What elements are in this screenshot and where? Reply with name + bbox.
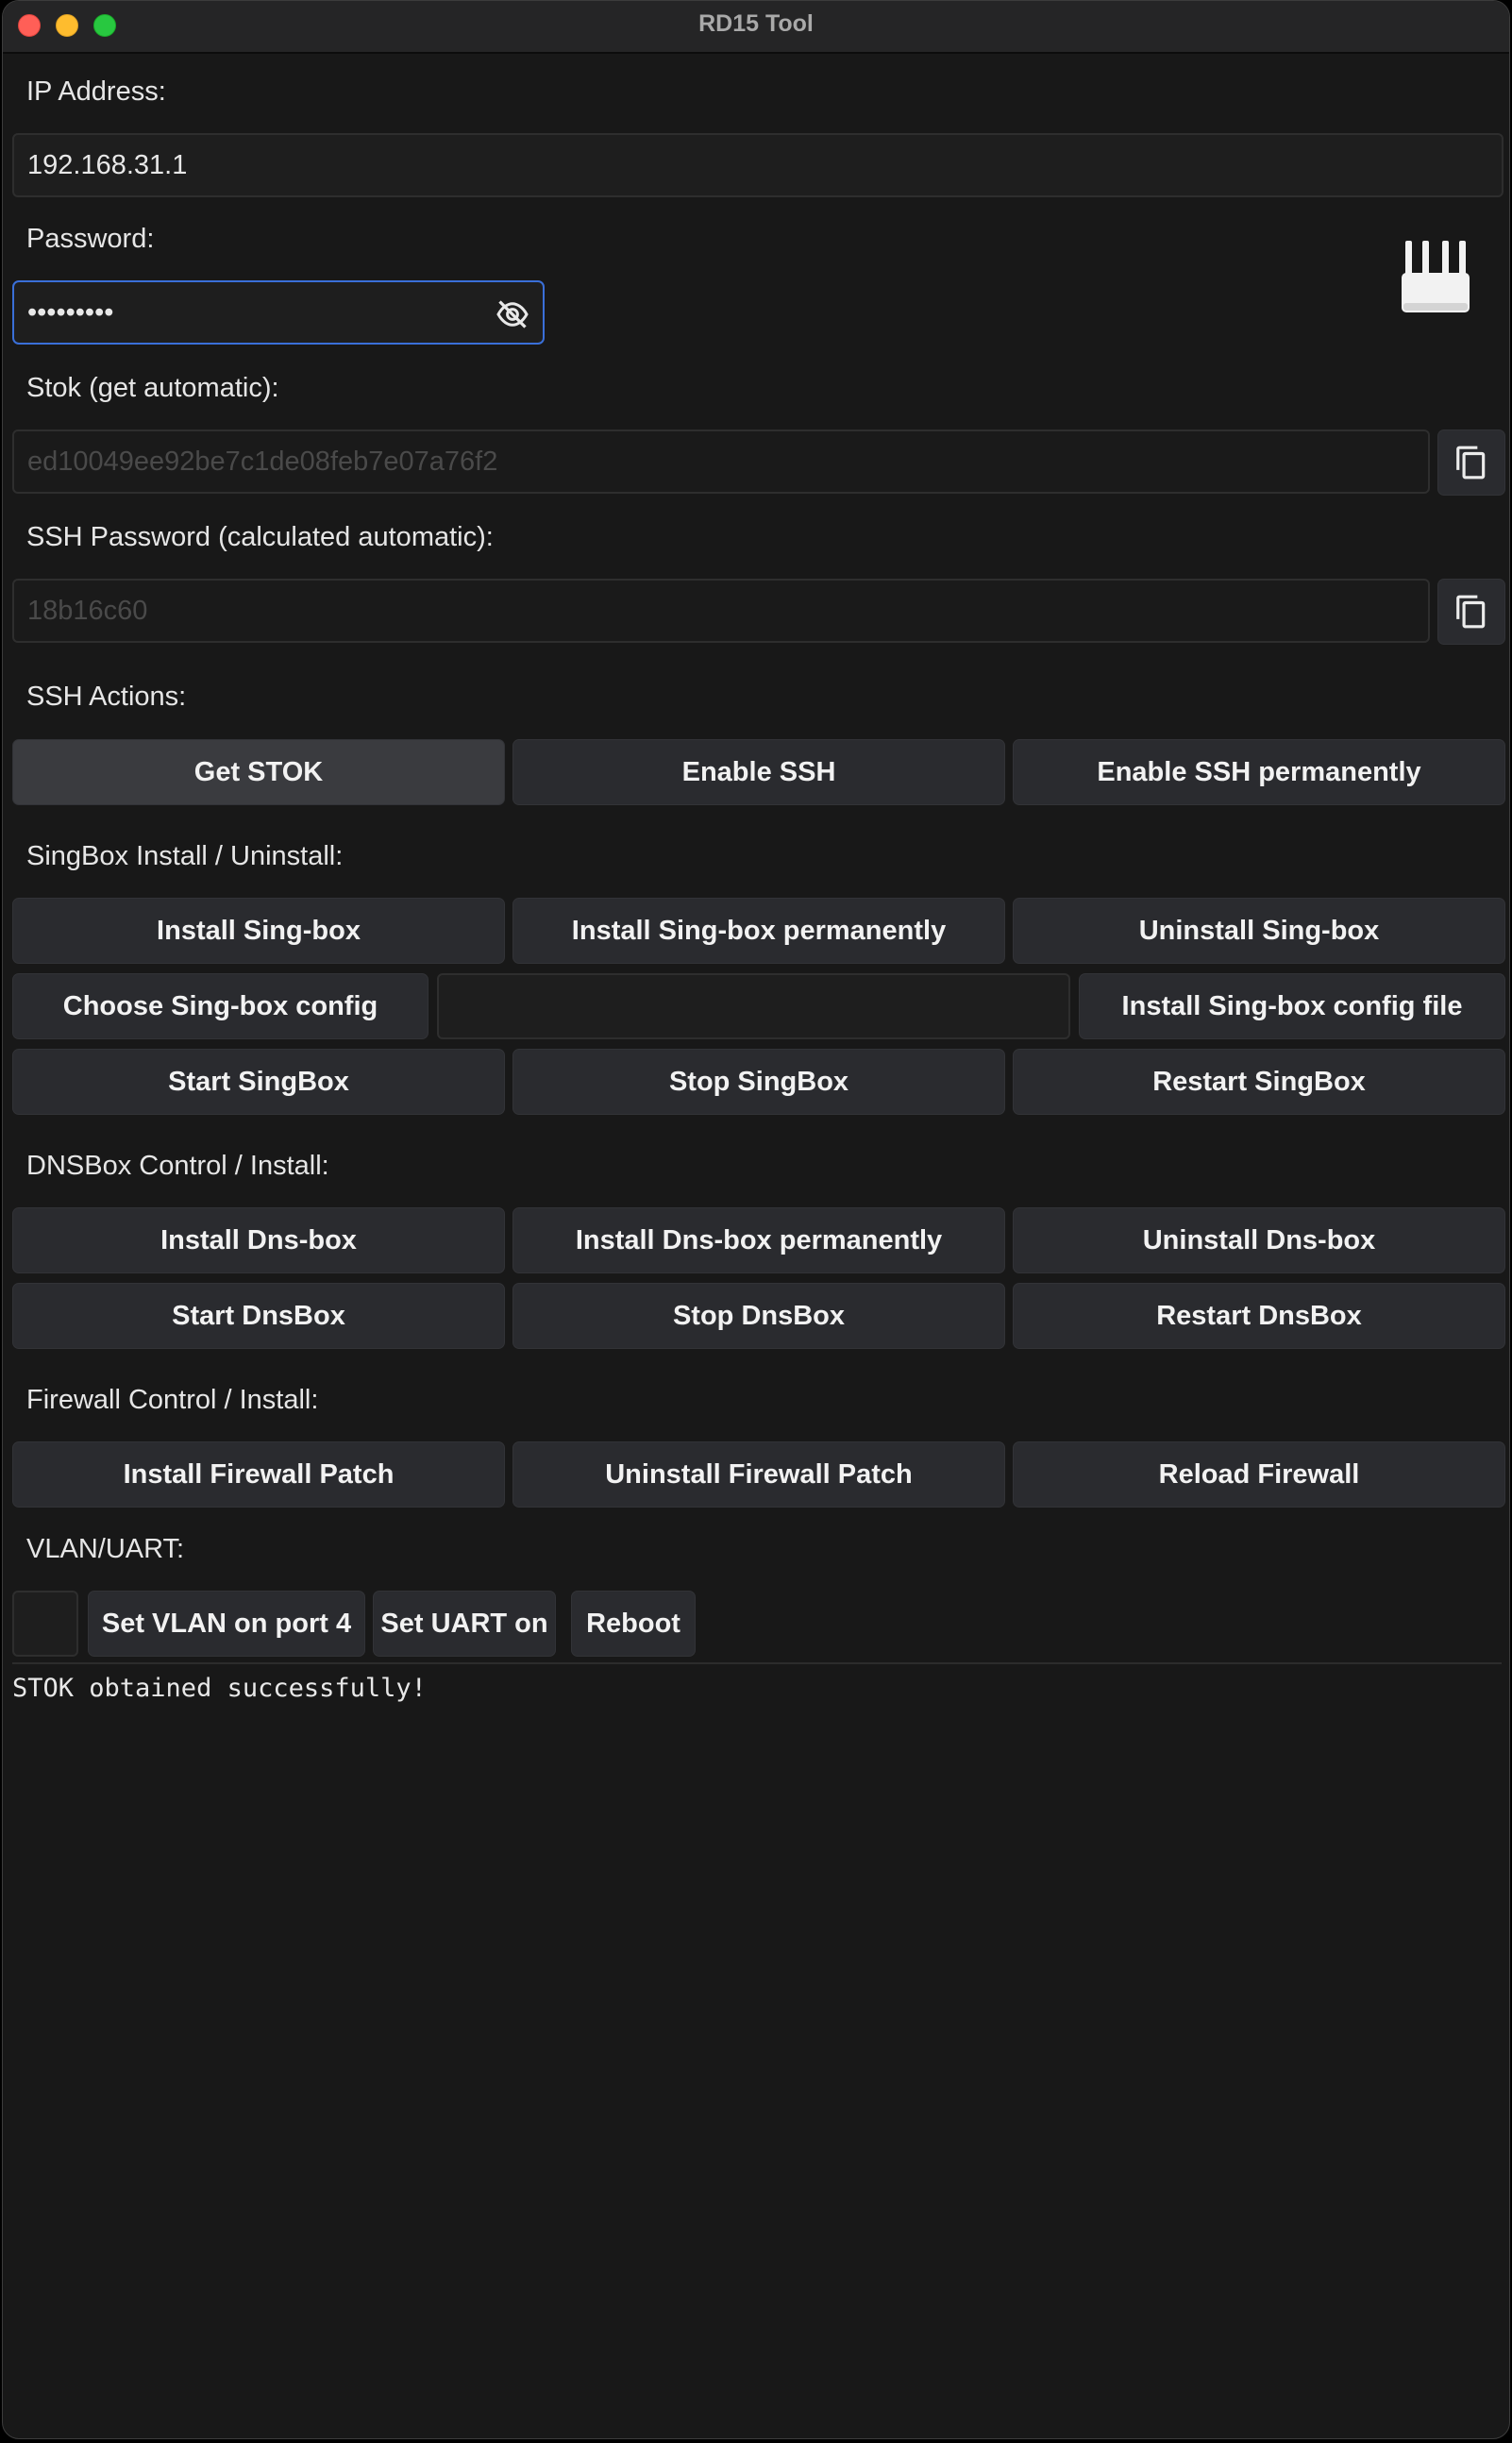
install-dnsbox-permanently-button[interactable]: Install Dns-box permanently xyxy=(512,1207,1005,1273)
singbox-config-path-input[interactable] xyxy=(437,973,1070,1039)
app-window: RD15 Tool IP Address: 192.168.31.1 Passw… xyxy=(2,0,1510,2439)
enable-ssh-permanently-button[interactable]: Enable SSH permanently xyxy=(1013,739,1505,805)
ssh-password-input: 18b16c60 xyxy=(12,579,1430,643)
dnsbox-label: DNSBox Control / Install: xyxy=(26,1151,329,1181)
install-dnsbox-button[interactable]: Install Dns-box xyxy=(12,1207,505,1273)
console-output[interactable]: STOK obtained successfully! xyxy=(12,1662,1502,2418)
ssh-password-label: SSH Password (calculated automatic): xyxy=(26,522,494,552)
uninstall-dnsbox-button[interactable]: Uninstall Dns-box xyxy=(1013,1207,1505,1273)
title-bar: RD15 Tool xyxy=(3,1,1509,54)
install-firewall-patch-button[interactable]: Install Firewall Patch xyxy=(12,1441,505,1508)
ip-address-label: IP Address: xyxy=(26,76,166,107)
eye-off-icon[interactable] xyxy=(494,297,531,331)
vlan-uart-label: VLAN/UART: xyxy=(26,1534,185,1564)
uninstall-singbox-button[interactable]: Uninstall Sing-box xyxy=(1013,898,1505,964)
password-label: Password: xyxy=(26,224,155,254)
ssh-actions-label: SSH Actions: xyxy=(26,682,187,712)
install-singbox-permanently-button[interactable]: Install Sing-box permanently xyxy=(512,898,1005,964)
start-dnsbox-button[interactable]: Start DnsBox xyxy=(12,1283,505,1349)
set-vlan-port4-button[interactable]: Set VLAN on port 4 xyxy=(88,1591,365,1657)
console-log-line: STOK obtained successfully! xyxy=(12,1674,427,1703)
stok-input: ed10049ee92be7c1de08feb7e07a76f2 xyxy=(12,430,1430,494)
password-value: ••••••••• xyxy=(27,296,114,328)
restart-singbox-button[interactable]: Restart SingBox xyxy=(1013,1049,1505,1115)
stok-label: Stok (get automatic): xyxy=(26,373,279,403)
password-input[interactable]: ••••••••• xyxy=(12,280,545,345)
copy-ssh-password-button[interactable] xyxy=(1437,579,1505,645)
get-stok-button[interactable]: Get STOK xyxy=(12,739,505,805)
copy-stok-button[interactable] xyxy=(1437,430,1505,496)
choose-singbox-config-button[interactable]: Choose Sing-box config xyxy=(12,973,428,1039)
enable-ssh-button[interactable]: Enable SSH xyxy=(512,739,1005,805)
ip-address-input[interactable]: 192.168.31.1 xyxy=(12,133,1504,197)
copy-icon xyxy=(1456,595,1486,629)
stop-dnsbox-button[interactable]: Stop DnsBox xyxy=(512,1283,1005,1349)
reload-firewall-button[interactable]: Reload Firewall xyxy=(1013,1441,1505,1508)
firewall-label: Firewall Control / Install: xyxy=(26,1385,319,1415)
vlan-port-input[interactable] xyxy=(12,1591,78,1657)
stop-singbox-button[interactable]: Stop SingBox xyxy=(512,1049,1005,1115)
start-singbox-button[interactable]: Start SingBox xyxy=(12,1049,505,1115)
install-singbox-button[interactable]: Install Sing-box xyxy=(12,898,505,964)
ssh-password-value: 18b16c60 xyxy=(27,595,148,626)
uninstall-firewall-patch-button[interactable]: Uninstall Firewall Patch xyxy=(512,1441,1005,1508)
singbox-label: SingBox Install / Uninstall: xyxy=(26,841,344,871)
copy-icon xyxy=(1456,446,1486,480)
ip-address-value: 192.168.31.1 xyxy=(27,149,188,180)
router-icon xyxy=(1402,241,1470,312)
reboot-button[interactable]: Reboot xyxy=(571,1591,696,1657)
restart-dnsbox-button[interactable]: Restart DnsBox xyxy=(1013,1283,1505,1349)
stok-value: ed10049ee92be7c1de08feb7e07a76f2 xyxy=(27,446,498,477)
install-singbox-config-file-button[interactable]: Install Sing-box config file xyxy=(1079,973,1505,1039)
set-uart-on-button[interactable]: Set UART on xyxy=(373,1591,556,1657)
window-title: RD15 Tool xyxy=(698,10,814,37)
